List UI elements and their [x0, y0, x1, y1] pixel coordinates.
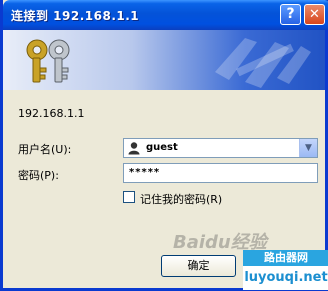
server-info-text: 192.168.1.1	[18, 107, 85, 120]
password-field[interactable]: *****	[123, 163, 318, 183]
password-value[interactable]: *****	[129, 167, 160, 178]
site-watermark: 路由器网 luyouqi.net	[243, 250, 328, 290]
login-dialog: 连接到 192.168.1.1 ? ✕ 192.168.1.1 用户名(U): …	[0, 0, 328, 291]
username-combobox[interactable]: guest ▼	[123, 138, 318, 158]
help-button[interactable]: ?	[280, 4, 301, 25]
remember-password-checkbox[interactable]	[123, 191, 135, 203]
site-watermark-title: 路由器网	[243, 250, 328, 266]
window-title: 连接到 192.168.1.1	[11, 9, 140, 23]
password-label: 密码(P):	[18, 169, 59, 182]
title-bar[interactable]: 连接到 192.168.1.1 ? ✕	[3, 0, 328, 30]
username-value[interactable]: guest	[146, 142, 178, 153]
remember-password-label[interactable]: 记住我的密码(R)	[140, 191, 222, 207]
chevron-down-icon[interactable]: ▼	[299, 139, 317, 157]
keys-icon	[26, 39, 70, 83]
site-watermark-url: luyouqi.net	[244, 270, 328, 285]
decorative-logo-icon	[215, 38, 311, 88]
username-label: 用户名(U):	[18, 143, 72, 156]
user-icon	[128, 142, 140, 155]
ok-button[interactable]: 确定	[161, 255, 236, 277]
banner	[3, 30, 325, 90]
close-button[interactable]: ✕	[304, 4, 325, 25]
